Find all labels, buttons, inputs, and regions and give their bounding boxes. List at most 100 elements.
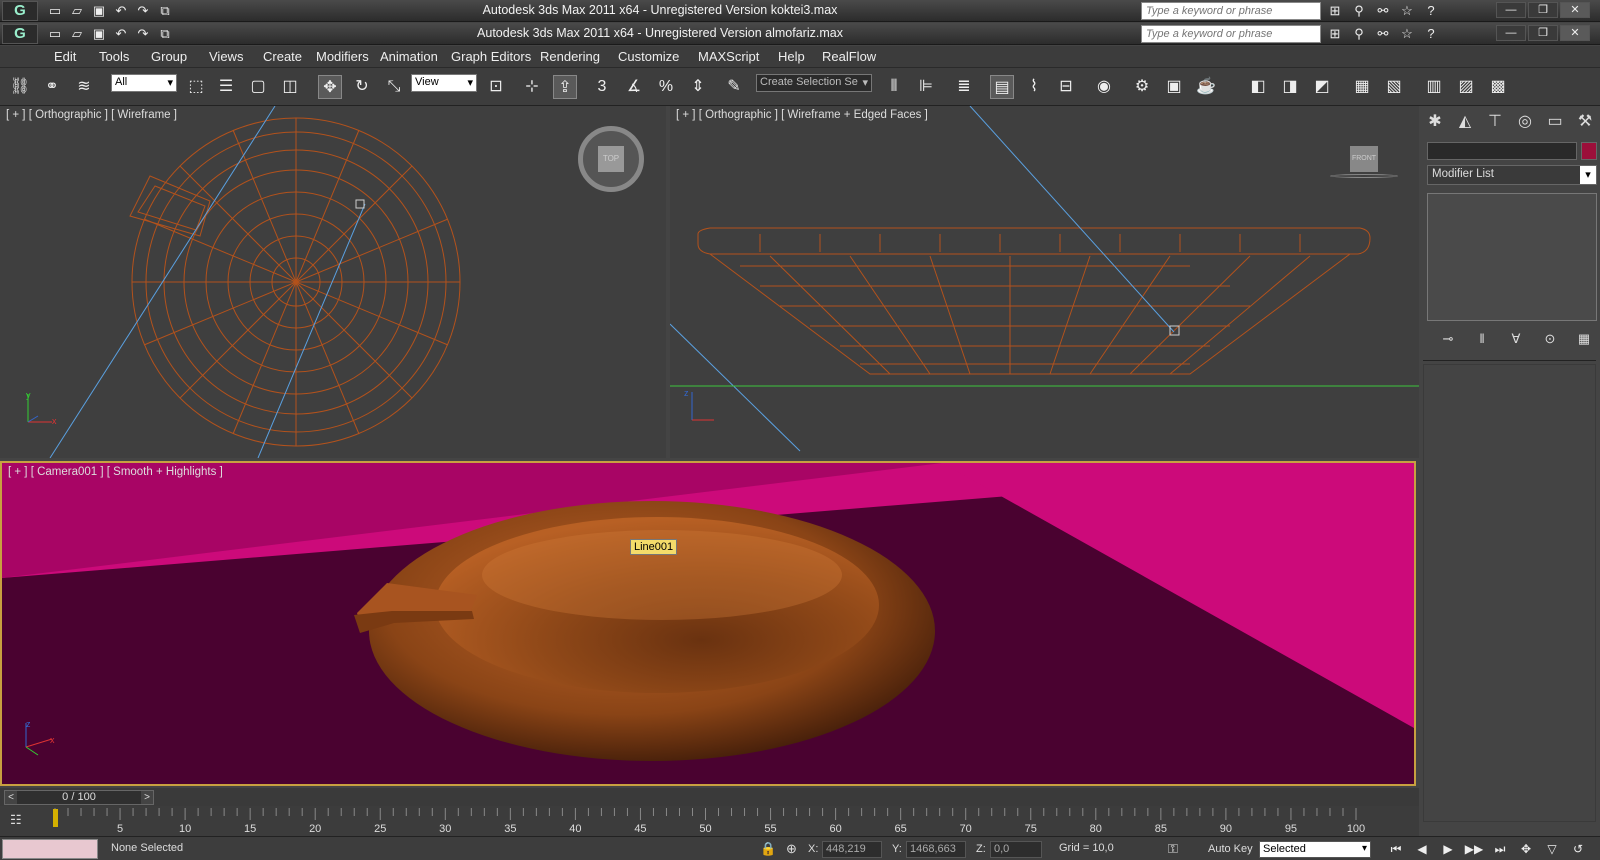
spinner-snap-icon[interactable]: ⇕ (686, 75, 710, 99)
menu-maxscript[interactable]: MAXScript (698, 49, 759, 64)
coord-y-field[interactable]: 1468,663 (906, 841, 966, 858)
menu-modifiers[interactable]: Modifiers (316, 49, 369, 64)
menu-rendering[interactable]: Rendering (540, 49, 600, 64)
move-icon[interactable]: ✥ (318, 75, 342, 99)
link-icon[interactable]: ⛓ (8, 75, 32, 99)
menu-help[interactable]: Help (778, 49, 805, 64)
menu-tools[interactable]: Tools (99, 49, 129, 64)
minimize-button[interactable]: — (1496, 25, 1526, 41)
align-icon[interactable]: ⊫ (914, 75, 938, 99)
orbit-icon[interactable]: ↺ (1568, 840, 1588, 858)
render-setup-icon[interactable]: ⚙ (1130, 75, 1154, 99)
help-icon[interactable]: ? (1422, 2, 1440, 20)
menu-animation[interactable]: Animation (380, 49, 438, 64)
maxscript-listener[interactable] (2, 839, 98, 859)
viewport-label[interactable]: [ + ] [ Camera001 ] [ Smooth + Highlight… (8, 466, 223, 478)
select-by-name-icon[interactable]: ☰ (214, 75, 238, 99)
realflow-sd-export-icon[interactable]: ◧ (1246, 75, 1270, 99)
next-frame-icon[interactable]: ▶▶ (1464, 840, 1484, 858)
auto-key-button[interactable]: Auto Key (1208, 843, 1253, 855)
motion-tab-icon[interactable]: ◎ (1513, 110, 1537, 134)
utilities-tab-icon[interactable]: ⚒ (1573, 110, 1597, 134)
close-button[interactable]: ✕ (1560, 2, 1590, 18)
unlink-icon[interactable]: ⚭ (40, 75, 64, 99)
field-of-view-icon[interactable]: ▽ (1542, 840, 1562, 858)
current-frame-marker[interactable] (53, 809, 58, 827)
search-input[interactable] (1141, 25, 1321, 43)
time-slider-prev[interactable]: < (5, 791, 17, 804)
snaps-toggle-icon[interactable]: 3 (590, 75, 614, 99)
pan-icon[interactable]: ✥ (1516, 840, 1536, 858)
rectangular-selection-icon[interactable]: ▢ (246, 75, 270, 99)
menu-create[interactable]: Create (263, 49, 302, 64)
menu-views[interactable]: Views (209, 49, 243, 64)
new-file-icon[interactable]: ▭ (46, 25, 64, 42)
chevron-down-icon[interactable]: ▾ (1580, 166, 1596, 184)
trackbar[interactable]: ☷ 5 10 15 20 25 30 35 40 45 50 55 60 65 70 75 80 85 90 95 1… (0, 806, 1419, 836)
graphite-modeling-tools-icon[interactable]: ▤ (990, 75, 1014, 99)
restore-button[interactable]: ❐ (1528, 25, 1558, 41)
previous-frame-icon[interactable]: ◀ (1412, 840, 1432, 858)
save-icon[interactable]: ▣ (90, 2, 108, 19)
redo-icon[interactable]: ↷ (134, 25, 152, 42)
schematic-view-icon[interactable]: ⊟ (1054, 75, 1078, 99)
make-unique-icon[interactable]: ∀ (1507, 330, 1525, 348)
display-tab-icon[interactable]: ▭ (1543, 110, 1567, 134)
mirror-icon[interactable]: ⫴ (882, 75, 906, 99)
viewcube-face[interactable]: FRONT (1350, 146, 1378, 172)
viewport-camera[interactable]: Line001 z x [ + ] [ Camera001 ] [ Smooth… (0, 461, 1416, 786)
transform-mode-icon[interactable]: ⊕ (786, 841, 797, 857)
app-logo-icon[interactable]: G (2, 1, 38, 21)
menu-customize[interactable]: Customize (618, 49, 679, 64)
undo-icon[interactable]: ↶ (112, 2, 130, 19)
bind-space-warp-icon[interactable]: ≋ (72, 75, 96, 99)
rotate-icon[interactable]: ↻ (350, 75, 374, 99)
favorites-star-icon[interactable]: ☆ (1398, 2, 1416, 20)
realflow-bin-mesh-icon[interactable]: ▥ (1422, 75, 1446, 99)
modify-tab-icon[interactable]: ◭ (1453, 110, 1477, 134)
lock-selection-icon[interactable]: 🔒 (760, 841, 776, 857)
render-production-icon[interactable]: ☕ (1194, 75, 1218, 99)
manipulate-icon[interactable]: ⊹ (520, 75, 544, 99)
rendered-frame-window-icon[interactable]: ▣ (1162, 75, 1186, 99)
realflow-bin-particles-icon[interactable]: ▨ (1454, 75, 1478, 99)
show-end-result-icon[interactable]: ‖ (1473, 330, 1491, 348)
realflow-sd-export-2-icon[interactable]: ◨ (1278, 75, 1302, 99)
subscription-icon[interactable]: ⚲ (1350, 2, 1368, 20)
coord-x-field[interactable]: 448,219 (822, 841, 882, 858)
curve-editor-icon[interactable]: ⌇ (1022, 75, 1046, 99)
open-file-icon[interactable]: ▱ (68, 25, 86, 42)
viewport-top-right[interactable]: FRONT z [ + ] [ Orthographic ] [ Wirefra… (670, 106, 1419, 458)
menu-group[interactable]: Group (151, 49, 187, 64)
object-color-swatch[interactable] (1581, 142, 1597, 160)
viewcube[interactable]: FRONT (1328, 142, 1400, 182)
selection-filter-dropdown[interactable]: All (111, 74, 177, 92)
maximize-viewport-icon[interactable]: ⧉ (1594, 840, 1600, 858)
menu-graph-editors[interactable]: Graph Editors (451, 49, 531, 64)
window-crossing-icon[interactable]: ◫ (278, 75, 302, 99)
binoculars-icon[interactable]: ⊞ (1326, 25, 1344, 43)
redo-icon[interactable]: ↷ (134, 2, 152, 19)
pivot-center-icon[interactable]: ⊡ (484, 75, 508, 99)
reference-coordinate-dropdown[interactable]: View (411, 74, 477, 92)
material-editor-icon[interactable]: ◉ (1092, 75, 1116, 99)
play-icon[interactable]: ▶ (1438, 840, 1458, 858)
time-slider-next[interactable]: > (141, 791, 153, 804)
realflow-bin-icon[interactable]: ▩ (1486, 75, 1510, 99)
edit-named-selection-icon[interactable]: ✎ (722, 75, 746, 99)
favorites-star-icon[interactable]: ☆ (1398, 25, 1416, 43)
modifier-stack[interactable] (1427, 193, 1597, 321)
keyboard-shortcut-override-icon[interactable]: ⇪ (553, 75, 577, 99)
go-to-end-icon[interactable]: ⏭ (1490, 840, 1510, 858)
project-folder-icon[interactable]: ⧉ (156, 25, 174, 42)
undo-icon[interactable]: ↶ (112, 25, 130, 42)
communication-icon[interactable]: ⚯ (1374, 2, 1392, 20)
binoculars-icon[interactable]: ⊞ (1326, 2, 1344, 20)
realflow-bin-import-icon[interactable]: ▧ (1382, 75, 1406, 99)
configure-modifier-sets-icon[interactable]: ▦ (1575, 330, 1593, 348)
realflow-sd-import-icon[interactable]: ◩ (1310, 75, 1334, 99)
minimize-button[interactable]: — (1496, 2, 1526, 18)
viewport-label[interactable]: [ + ] [ Orthographic ] [ Wireframe + Edg… (676, 109, 928, 121)
layer-manager-icon[interactable]: ≣ (952, 75, 976, 99)
restore-button[interactable]: ❐ (1528, 2, 1558, 18)
